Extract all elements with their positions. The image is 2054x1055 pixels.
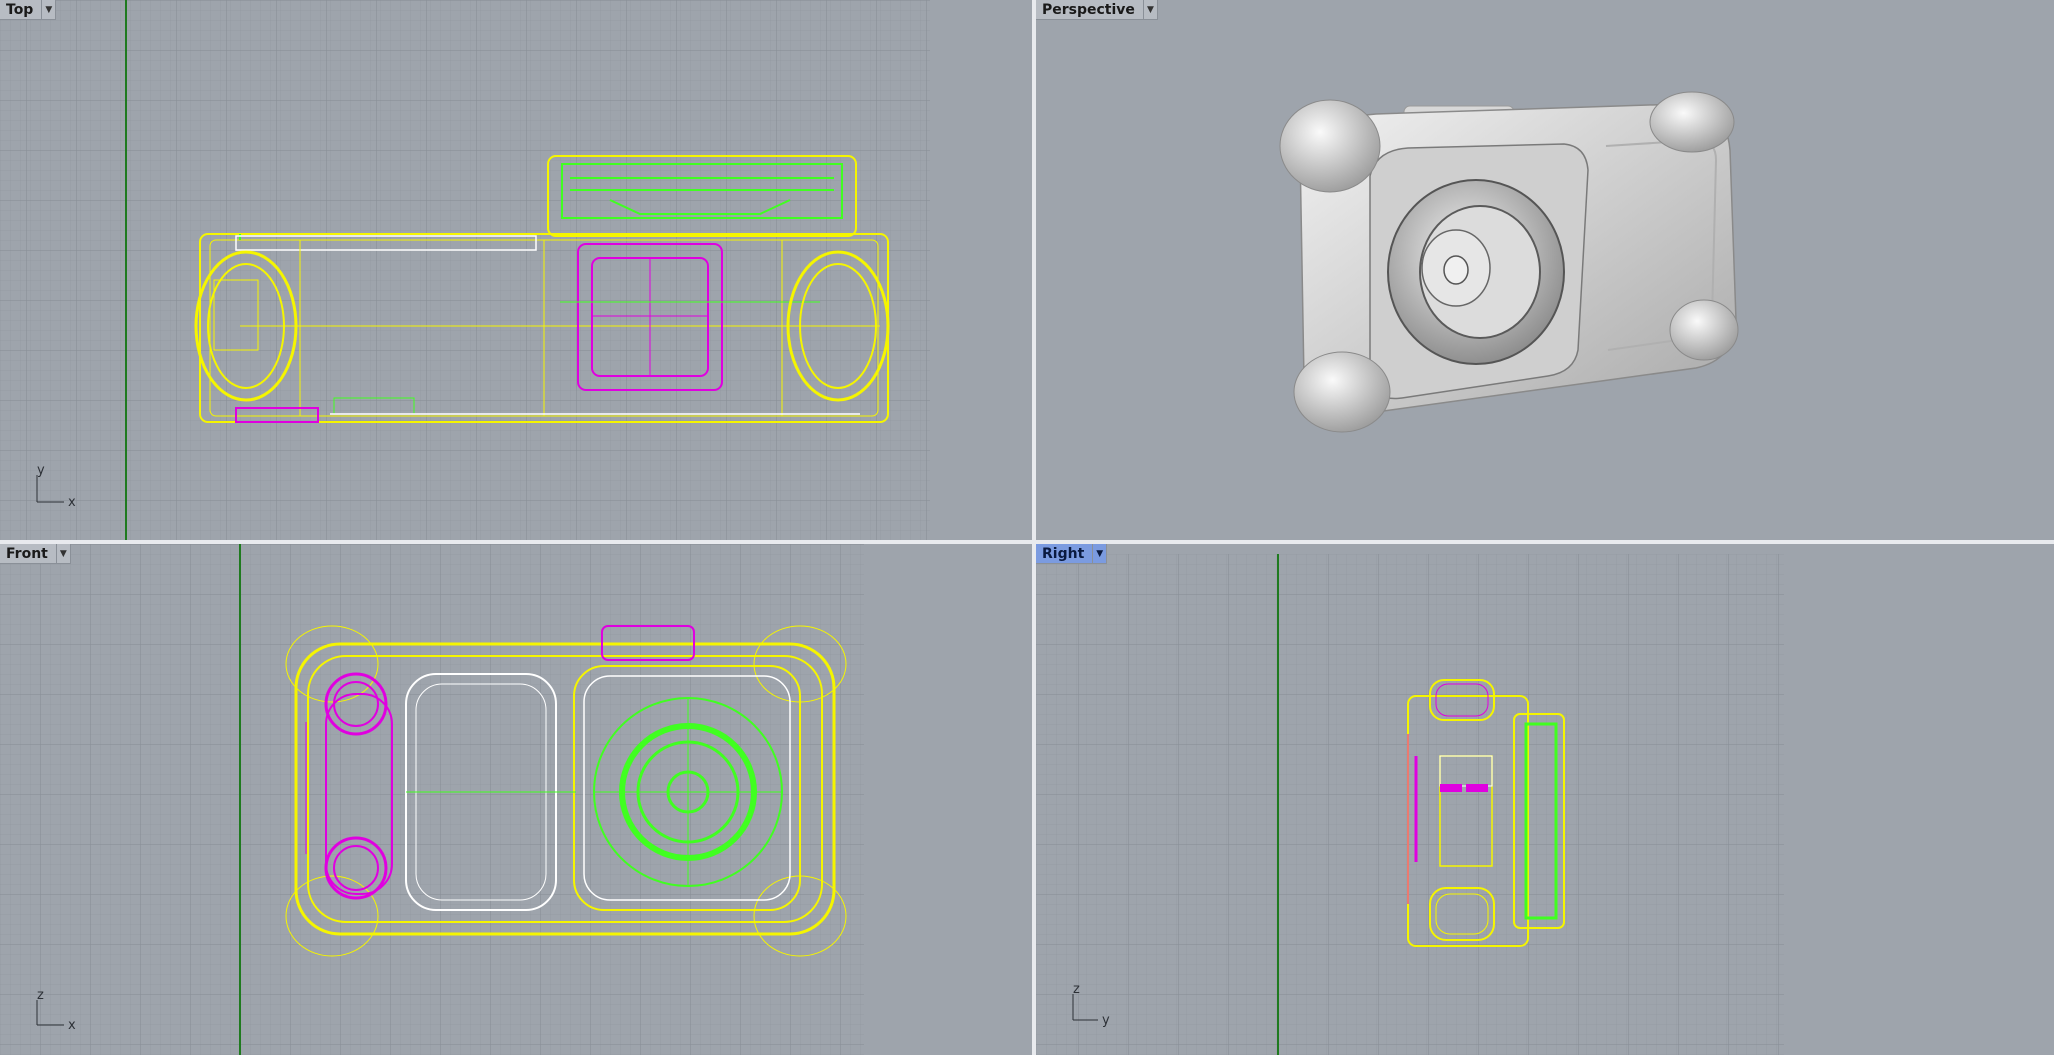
right-view-canvas[interactable]: z y	[1036, 544, 2054, 1055]
viewport-right[interactable]: Right ▼ z y	[1036, 544, 2054, 1055]
viewport-title[interactable]: Right	[1036, 544, 1094, 564]
viewport-front[interactable]: Front ▼ z x	[0, 544, 1032, 1055]
viewport-right-tab[interactable]: Right ▼	[1036, 544, 1108, 564]
viewport-title[interactable]: Top	[0, 0, 43, 20]
front-view-canvas[interactable]: z x	[0, 544, 1032, 1055]
viewport-title[interactable]: Front	[0, 544, 57, 564]
axis-label-y: y	[37, 463, 45, 478]
viewport-splitter-vertical[interactable]	[1032, 0, 1036, 1055]
chevron-down-icon[interactable]: ▼	[56, 544, 71, 564]
viewport-perspective-tab[interactable]: Perspective ▼	[1036, 0, 1158, 20]
axis-label-x: x	[68, 495, 76, 510]
axis-label-z: z	[1073, 982, 1080, 997]
chevron-down-icon[interactable]: ▼	[1093, 544, 1108, 564]
axis-label-y: y	[1102, 1013, 1110, 1028]
viewport-top-tab[interactable]: Top ▼	[0, 0, 57, 20]
top-view-canvas[interactable]: y x	[0, 0, 1032, 540]
viewport-top[interactable]: Top ▼ y x	[0, 0, 1032, 540]
rhino-viewport-layout: Top ▼ y x Perspective ▼ Front ▼ z x Righ…	[0, 0, 2054, 1055]
camera-3d-model	[1279, 91, 1739, 433]
viewport-perspective[interactable]: Perspective ▼	[1036, 0, 2054, 540]
perspective-view-canvas[interactable]	[1036, 0, 2054, 540]
chevron-down-icon[interactable]: ▼	[1143, 0, 1158, 20]
axis-label-z: z	[37, 988, 44, 1003]
viewport-title[interactable]: Perspective	[1036, 0, 1144, 20]
axis-label-x: x	[68, 1018, 76, 1033]
viewport-splitter-horizontal[interactable]	[0, 540, 2054, 544]
viewport-front-tab[interactable]: Front ▼	[0, 544, 71, 564]
chevron-down-icon[interactable]: ▼	[42, 0, 57, 20]
